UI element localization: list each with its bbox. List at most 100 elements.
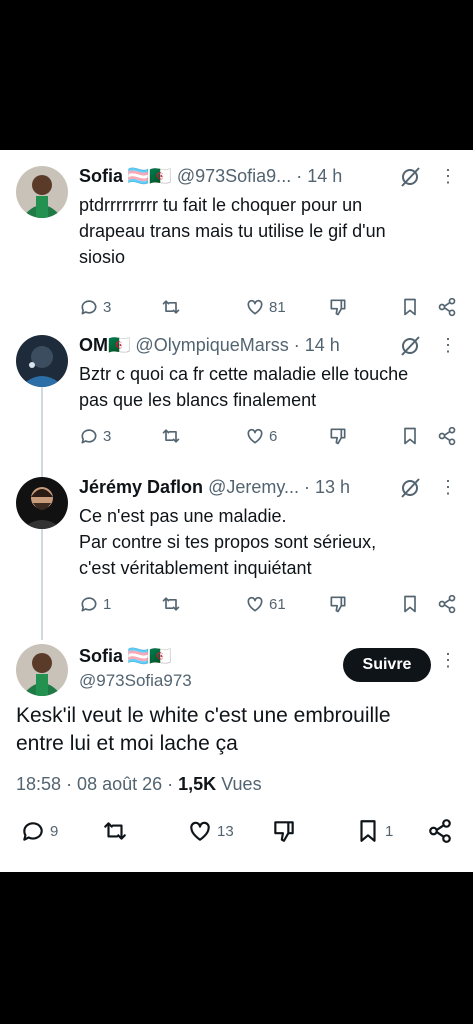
bookmark-button[interactable] [400, 295, 420, 319]
reply-actions: 3 81 [79, 295, 461, 319]
more-icon[interactable]: ⋮ [438, 164, 458, 188]
reply-text: ptdrrrrrrrrr tu fait le choquer pour un … [79, 195, 386, 267]
author-name[interactable]: Jérémy Daflon [79, 475, 203, 499]
author-flags: 🇩🇿 [108, 335, 131, 355]
grok-icon[interactable] [399, 477, 421, 499]
reply-button[interactable]: 9 [20, 816, 58, 846]
bookmark-icon [404, 427, 416, 445]
author-name[interactable]: Sofia [79, 644, 123, 668]
dislike-button[interactable] [328, 424, 348, 448]
bookmark-button[interactable]: 1 [355, 816, 393, 846]
share-button[interactable] [437, 295, 457, 319]
like-button[interactable]: 81 [245, 295, 286, 319]
views-count: 1,5K [178, 774, 217, 794]
like-icon [247, 596, 263, 612]
share-icon [438, 594, 456, 614]
tweet-thread: Sofia 🏳️‍⚧️🇩🇿 @973Sofia9... · 14 h ⋮ ptd… [0, 150, 473, 872]
dislike-button[interactable] [271, 816, 297, 846]
more-icon[interactable]: ⋮ [438, 475, 458, 499]
retweet-icon [162, 429, 180, 443]
share-icon [429, 819, 451, 843]
more-icon[interactable]: ⋮ [438, 333, 458, 357]
avatar[interactable] [16, 477, 68, 529]
reply-count: 9 [50, 822, 59, 840]
retweet-button[interactable] [161, 295, 185, 319]
tweet-meta: 18:58 · 08 août 26 · 1,5K Vues [16, 772, 262, 796]
like-count: 81 [269, 298, 286, 316]
bookmark-icon [404, 595, 416, 613]
share-button[interactable] [437, 592, 457, 616]
reply-button[interactable]: 3 [79, 424, 111, 448]
share-button[interactable] [437, 424, 457, 448]
dislike-icon [330, 428, 346, 445]
reply-header: Jérémy Daflon @Jeremy... · 13 h [79, 475, 350, 499]
dislike-button[interactable] [328, 295, 348, 319]
author-header: Sofia 🏳️‍⚧️🇩🇿 [79, 644, 172, 668]
more-icon[interactable]: ⋮ [438, 648, 458, 672]
like-count: 6 [269, 427, 278, 445]
reply-button[interactable]: 3 [79, 295, 111, 319]
reply-text: Ce n'est pas une maladie. Par contre si … [79, 506, 377, 578]
tweet-date: · 08 août 26 · [66, 774, 174, 794]
reply-count: 3 [103, 298, 112, 316]
avatar[interactable] [16, 166, 68, 218]
reply-icon [81, 429, 97, 444]
grok-icon[interactable] [399, 335, 421, 357]
tweet-actions: 9 13 1 [16, 816, 461, 846]
avatar[interactable] [16, 644, 68, 696]
post-time[interactable]: · 14 h [294, 333, 340, 357]
author-name[interactable]: Sofia [79, 164, 123, 188]
reply-icon [23, 822, 43, 841]
author-handle[interactable]: @973Sofia973 [79, 670, 192, 692]
like-button[interactable]: 13 [187, 816, 234, 846]
like-button[interactable]: 61 [245, 592, 286, 616]
author-name[interactable]: OM [79, 333, 108, 357]
share-button[interactable] [427, 816, 453, 846]
bookmark-icon [404, 298, 416, 316]
dislike-icon [330, 299, 346, 316]
bookmark-icon [360, 820, 376, 842]
retweet-button[interactable] [161, 592, 185, 616]
reply-actions: 3 6 [79, 424, 461, 448]
tweet-text: Kesk'il veut le white c'est une embrouil… [16, 704, 391, 755]
like-count: 61 [269, 595, 286, 613]
tweet-time[interactable]: 18:58 [16, 774, 61, 794]
reply-button[interactable]: 1 [79, 592, 111, 616]
reply-icon [81, 597, 97, 612]
reply-count: 1 [103, 595, 112, 613]
avatar[interactable] [16, 335, 68, 387]
follow-button[interactable]: Suivre [343, 648, 431, 682]
reply-actions: 1 61 [79, 592, 461, 616]
author-handle[interactable]: @973Sofia9... [177, 164, 291, 188]
author-flags: 🏳️‍⚧️🇩🇿 [127, 646, 172, 666]
reply-header: OM 🇩🇿 @OlympiqueMarss · 14 h [79, 333, 340, 357]
post-time[interactable]: · 14 h [296, 164, 342, 188]
like-icon [190, 821, 210, 841]
author-flags: 🏳️‍⚧️🇩🇿 [127, 166, 172, 186]
retweet-icon [162, 597, 180, 611]
reply-count: 3 [103, 427, 112, 445]
author-handle[interactable]: @Jeremy... [208, 475, 299, 499]
views-label: Vues [221, 774, 262, 794]
like-count: 13 [217, 822, 234, 840]
grok-icon[interactable] [399, 166, 421, 188]
like-icon [247, 428, 263, 444]
dislike-icon [330, 596, 346, 613]
like-icon [247, 299, 263, 315]
dislike-icon [274, 821, 294, 842]
retweet-button[interactable] [161, 424, 185, 448]
dislike-button[interactable] [328, 592, 348, 616]
post-time[interactable]: · 13 h [304, 475, 350, 499]
share-icon [438, 297, 456, 317]
bookmark-button[interactable] [400, 424, 420, 448]
author-handle[interactable]: @OlympiqueMarss [135, 333, 288, 357]
retweet-icon [104, 822, 126, 840]
reply-icon [81, 300, 97, 315]
bookmark-button[interactable] [400, 592, 420, 616]
reply-header: Sofia 🏳️‍⚧️🇩🇿 @973Sofia9... · 14 h [79, 164, 342, 188]
reply-text: Bztr c quoi ca fr cette maladie elle tou… [79, 364, 409, 410]
retweet-button[interactable] [102, 816, 128, 846]
bookmark-count: 1 [385, 822, 394, 840]
retweet-icon [162, 300, 180, 314]
like-button[interactable]: 6 [245, 424, 277, 448]
